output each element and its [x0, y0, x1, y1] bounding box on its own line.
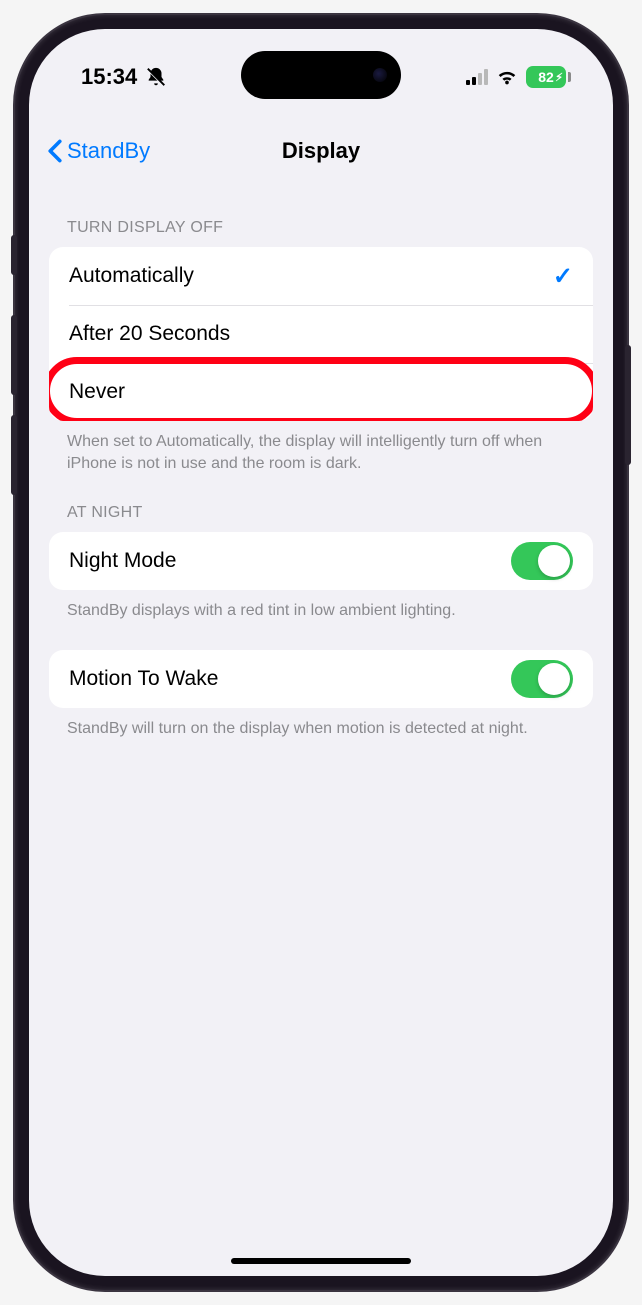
option-label: After 20 Seconds — [69, 322, 230, 346]
section-header-turn-off: TURN DISPLAY OFF — [49, 189, 593, 247]
status-time: 15:34 — [81, 64, 137, 90]
section-footer-at-night: StandBy displays with a red tint in low … — [49, 590, 593, 622]
night-mode-toggle[interactable] — [511, 542, 573, 580]
section-footer-motion: StandBy will turn on the display when mo… — [49, 708, 593, 740]
section-footer-turn-off: When set to Automatically, the display w… — [49, 421, 593, 474]
option-automatically[interactable]: Automatically ✓ — [49, 247, 593, 305]
option-never[interactable]: Never — [49, 363, 593, 421]
option-label: Never — [69, 380, 125, 404]
battery-percent: 82 — [538, 69, 554, 85]
bell-slash-icon — [145, 66, 167, 88]
night-mode-row[interactable]: Night Mode — [49, 532, 593, 590]
turn-display-off-group: Automatically ✓ After 20 Seconds Never — [49, 247, 593, 421]
content-area: TURN DISPLAY OFF Automatically ✓ After 2… — [29, 189, 613, 1276]
checkmark-icon: ✓ — [553, 262, 573, 291]
wifi-icon — [496, 66, 518, 88]
chevron-left-icon — [47, 139, 63, 163]
back-label: StandBy — [67, 138, 150, 164]
cellular-signal-icon — [466, 69, 488, 85]
section-header-at-night: AT NIGHT — [49, 474, 593, 532]
side-button — [11, 235, 17, 275]
nav-bar: StandBy Display — [29, 124, 613, 178]
volume-down-button — [11, 415, 17, 495]
phone-frame: 15:34 82 ⚡︎ — [15, 15, 627, 1290]
charging-bolt-icon: ⚡︎ — [555, 71, 563, 84]
row-label: Night Mode — [69, 549, 176, 573]
status-left: 15:34 — [81, 64, 167, 90]
option-after-20-seconds[interactable]: After 20 Seconds — [49, 305, 593, 363]
motion-to-wake-toggle[interactable] — [511, 660, 573, 698]
power-button — [625, 345, 631, 465]
volume-up-button — [11, 315, 17, 395]
home-indicator[interactable] — [231, 1258, 411, 1264]
at-night-group: Night Mode — [49, 532, 593, 590]
screen: 15:34 82 ⚡︎ — [29, 29, 613, 1276]
status-right: 82 ⚡︎ — [466, 66, 571, 88]
row-label: Motion To Wake — [69, 667, 218, 691]
dynamic-island — [241, 51, 401, 99]
option-label: Automatically — [69, 264, 194, 288]
battery-indicator: 82 ⚡︎ — [526, 66, 571, 88]
back-button[interactable]: StandBy — [47, 138, 150, 164]
motion-to-wake-row[interactable]: Motion To Wake — [49, 650, 593, 708]
motion-group: Motion To Wake — [49, 650, 593, 708]
